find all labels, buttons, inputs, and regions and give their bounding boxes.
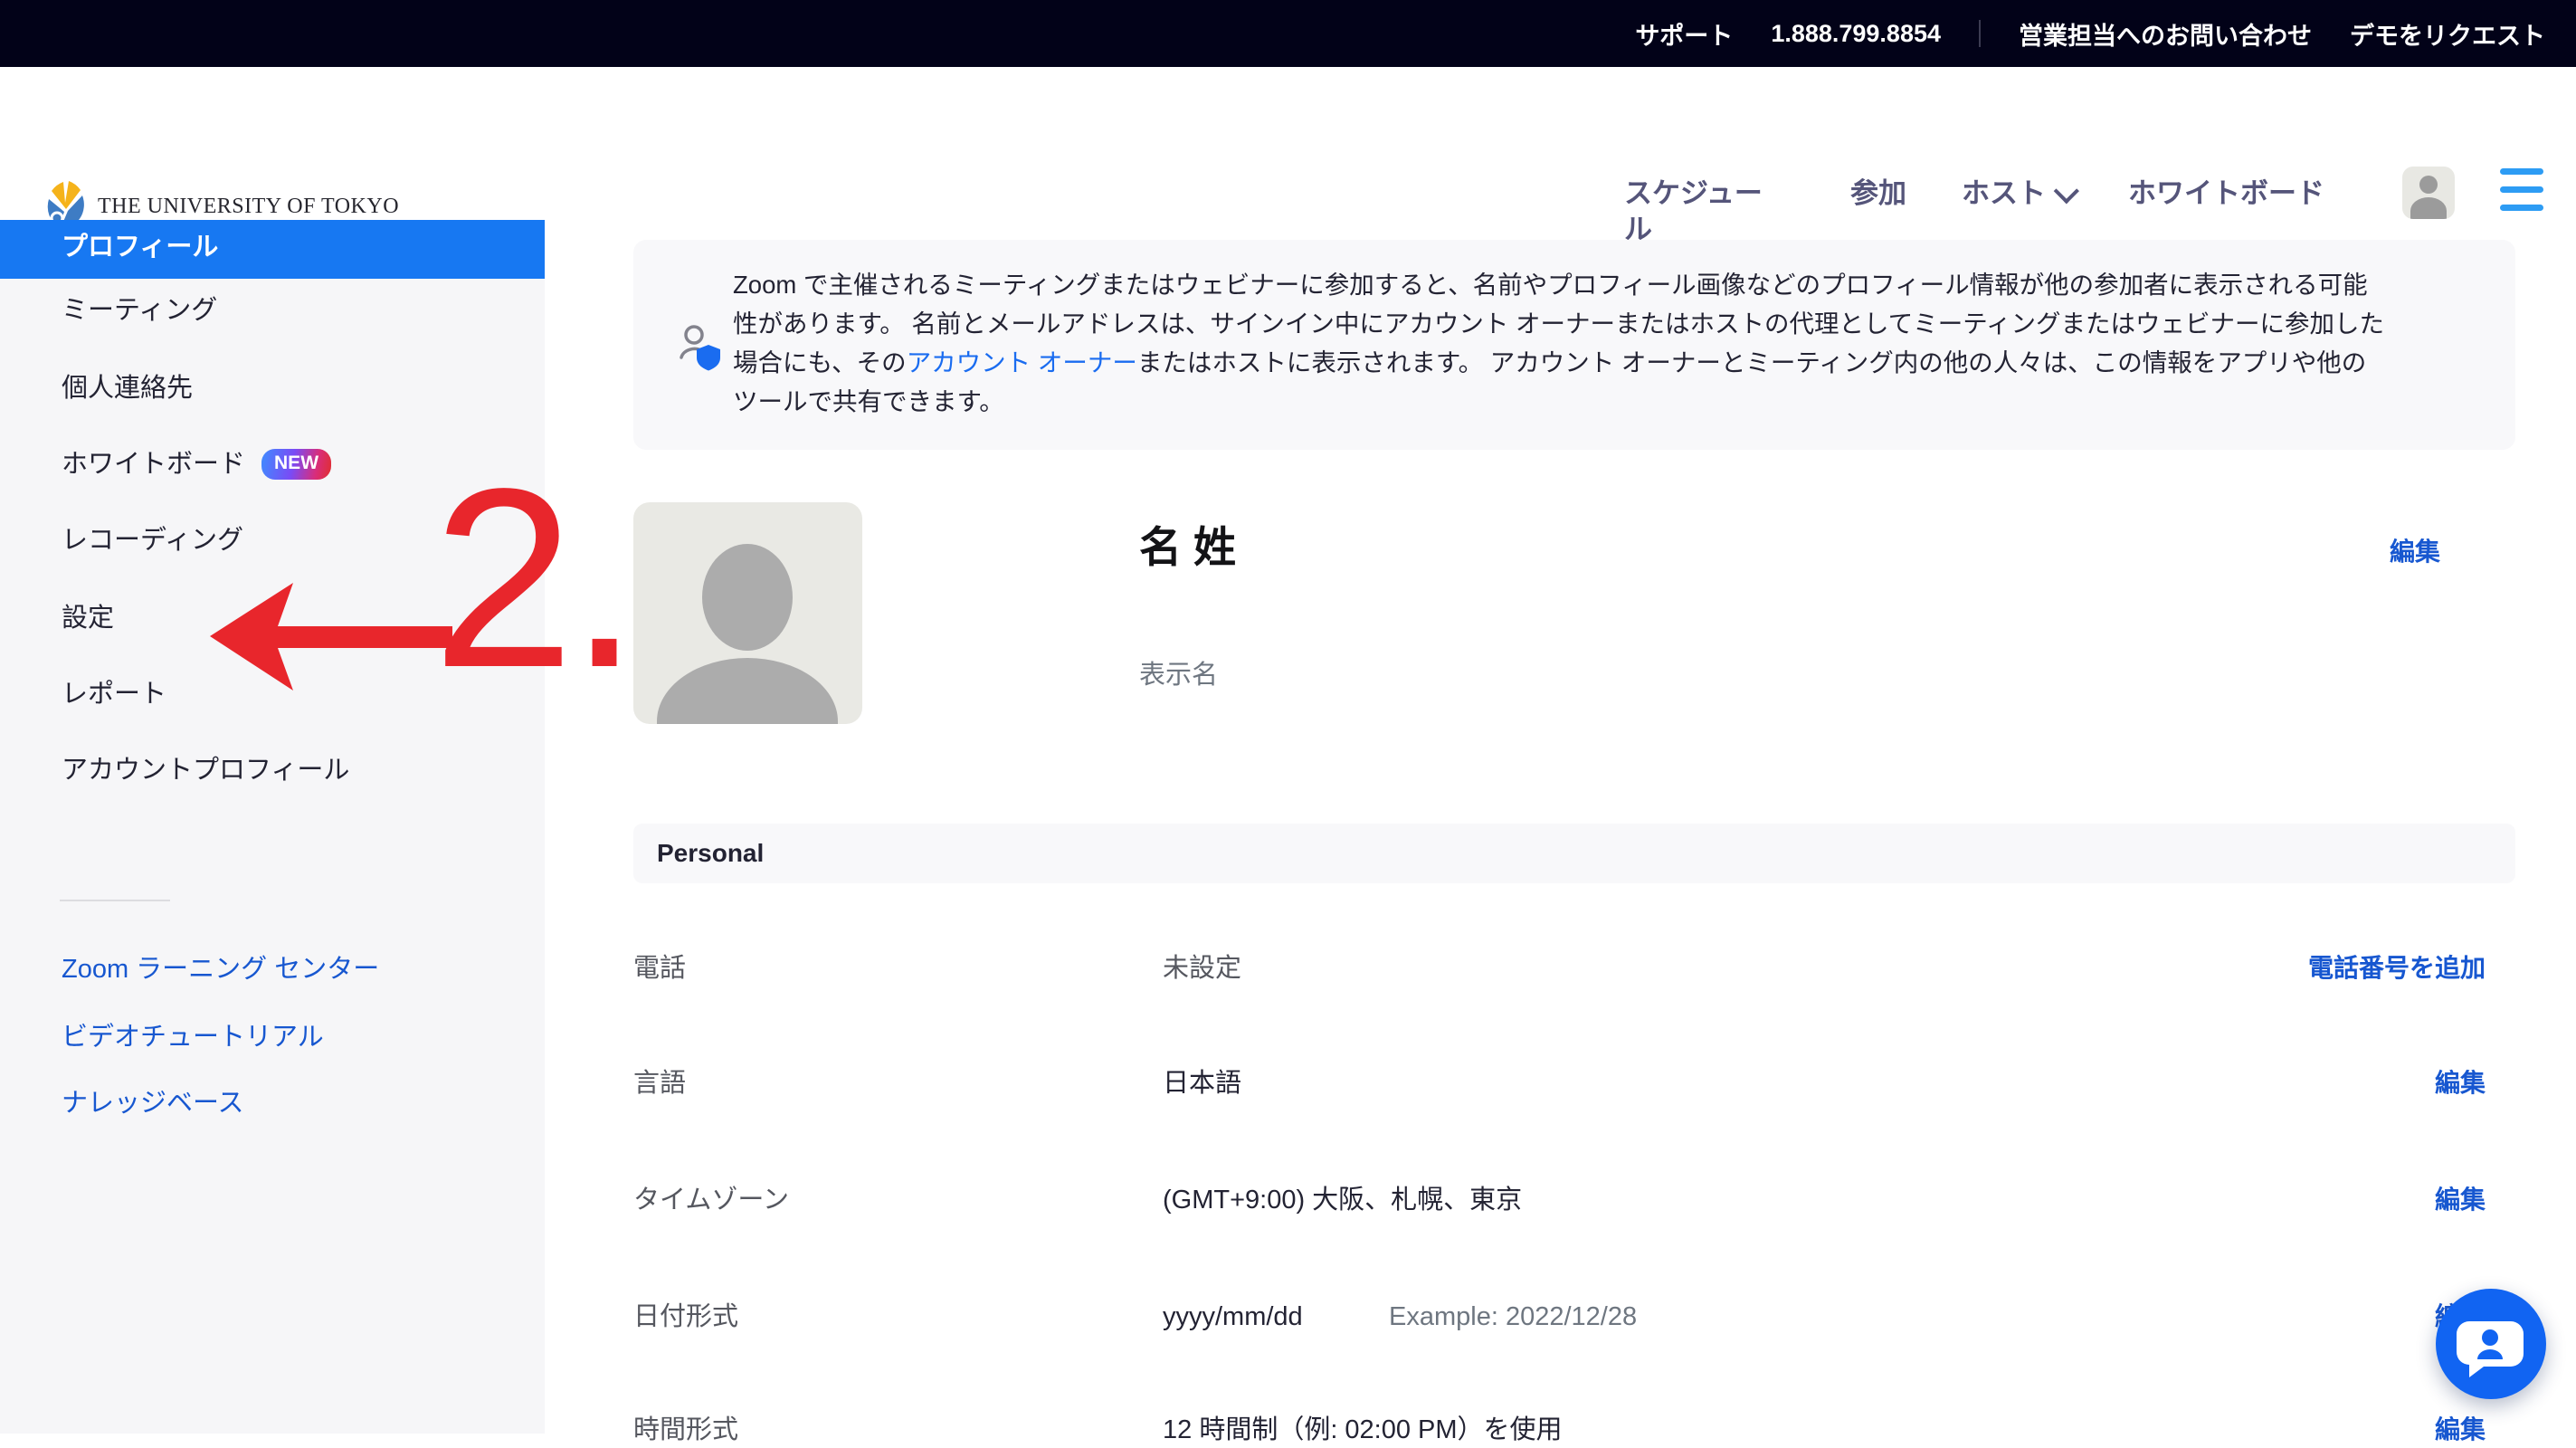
row-label-language: 言語 xyxy=(633,1065,686,1101)
support-link[interactable]: サポート xyxy=(1635,16,1733,52)
nav-schedule[interactable]: スケジュール xyxy=(1624,176,1771,248)
chat-person-icon xyxy=(2436,1289,2546,1399)
avatar-person-icon xyxy=(2419,176,2438,194)
row-label-date-format: 日付形式 xyxy=(633,1299,738,1335)
nav-join[interactable]: 参加 xyxy=(1850,176,1906,212)
sidebar-item-contacts[interactable]: 個人連絡先 xyxy=(62,370,193,406)
account-owner-link[interactable]: アカウント オーナー xyxy=(907,348,1137,376)
topbar-divider xyxy=(1979,20,1981,47)
sidebar-item-settings[interactable]: 設定 xyxy=(62,600,114,636)
privacy-info-text: Zoom で主催されるミーティングまたはウェビナーに参加すると、名前やプロフィー… xyxy=(733,265,2384,421)
add-phone-number-button[interactable]: 電話番号を追加 xyxy=(2308,950,2486,986)
request-demo-link[interactable]: デモをリクエスト xyxy=(2350,16,2545,52)
personal-section-title: Personal xyxy=(657,839,764,868)
sidebar: プロフィール ミーティング 個人連絡先 ホワイトボード NEW レコーディング … xyxy=(0,220,545,1434)
sidebar-item-profile[interactable]: プロフィール xyxy=(0,220,545,279)
row-value-phone: 未設定 xyxy=(1163,950,1241,986)
sidebar-item-account-profile[interactable]: アカウントプロフィール xyxy=(62,752,349,788)
profile-edit-button[interactable]: 編集 xyxy=(2390,532,2440,568)
profile-avatar[interactable] xyxy=(633,502,862,724)
row-value-date-format: yyyy/mm/dd xyxy=(1163,1299,1303,1335)
zoom-profile-page: { "topbar": { "support": "サポート", "phone"… xyxy=(0,0,2576,1434)
sidebar-divider xyxy=(60,900,170,901)
help-chat-button[interactable] xyxy=(2436,1289,2546,1399)
edit-language-button[interactable]: 編集 xyxy=(2435,1065,2486,1101)
row-label-phone: 電話 xyxy=(633,950,686,986)
date-format-example: Example: 2022/12/28 xyxy=(1389,1299,1637,1335)
profile-display-name: 表示名 xyxy=(1139,653,1218,691)
profile-name: 名 姓 xyxy=(1139,512,1236,575)
sidebar-link-video-tutorials[interactable]: ビデオチュートリアル xyxy=(62,1019,324,1055)
sidebar-item-reports[interactable]: レポート xyxy=(62,676,166,712)
sidebar-item-whiteboard[interactable]: ホワイトボード NEW xyxy=(62,446,331,482)
row-value-time-format: 12 時間制（例: 02:00 PM）を使用 xyxy=(1163,1412,1563,1448)
row-value-language: 日本語 xyxy=(1163,1065,1241,1101)
row-label-timezone: タイムゾーン xyxy=(633,1182,789,1218)
phone-number[interactable]: 1.888.799.8854 xyxy=(1771,20,1941,48)
main-header: THE UNIVERSITY OF TOKYO スケジュール 参加 ホスト ホワ… xyxy=(0,67,2576,220)
row-label-time-format: 時間形式 xyxy=(633,1412,738,1448)
edit-timezone-button[interactable]: 編集 xyxy=(2435,1182,2486,1218)
sidebar-item-recordings[interactable]: レコーディング xyxy=(62,522,243,558)
nav-host[interactable]: ホスト xyxy=(1962,176,2073,212)
person-shield-icon xyxy=(679,323,726,374)
new-badge: NEW xyxy=(261,449,331,480)
sidebar-item-label: プロフィール xyxy=(62,225,218,263)
row-value-timezone: (GMT+9:00) 大阪、札幌、東京 xyxy=(1163,1182,1522,1218)
university-logo-text: THE UNIVERSITY OF TOKYO xyxy=(98,195,399,219)
sidebar-item-meetings[interactable]: ミーティング xyxy=(62,292,217,329)
privacy-info-banner: Zoom で主催されるミーティングまたはウェビナーに参加すると、名前やプロフィー… xyxy=(633,240,2515,450)
nav-host-label: ホスト xyxy=(1962,176,2046,212)
chevron-down-icon xyxy=(2054,178,2079,204)
top-utility-bar: サポート 1.888.799.8854 営業担当へのお問い合わせ デモをリクエス… xyxy=(0,0,2576,67)
personal-section-header: Personal xyxy=(633,824,2515,883)
nav-whiteboard[interactable]: ホワイトボード xyxy=(2128,176,2324,212)
sidebar-link-knowledge-base[interactable]: ナレッジベース xyxy=(62,1085,244,1121)
edit-time-format-button[interactable]: 編集 xyxy=(2435,1412,2486,1448)
sidebar-link-learning-center[interactable]: Zoom ラーニング センター xyxy=(62,951,379,987)
hamburger-menu-icon[interactable] xyxy=(2500,168,2543,215)
header-avatar[interactable] xyxy=(2402,167,2455,219)
contact-sales-link[interactable]: 営業担当へのお問い合わせ xyxy=(2019,16,2312,52)
